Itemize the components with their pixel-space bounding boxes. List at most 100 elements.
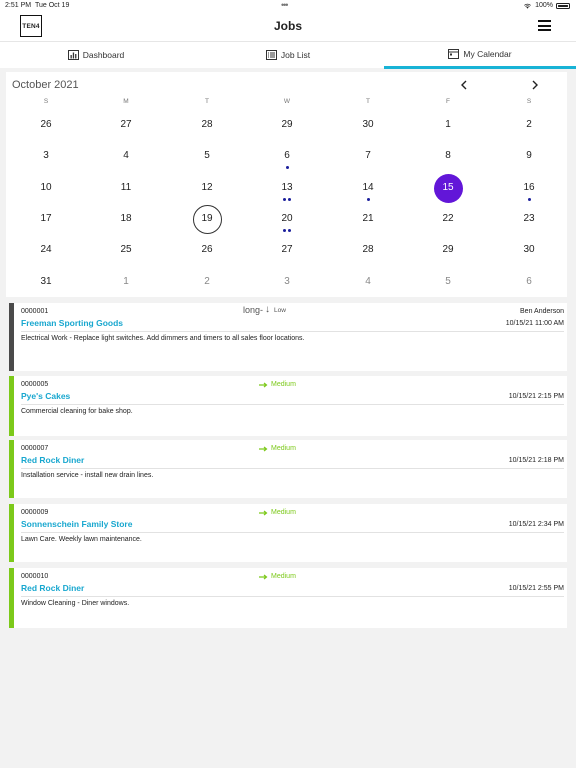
arrow-right-icon	[259, 574, 268, 579]
job-id: 0000001	[21, 308, 49, 315]
job-description: Window Cleaning - Diner windows.	[21, 600, 130, 607]
calendar-day-number: 25	[120, 244, 132, 255]
priority-indicator: Medium	[259, 381, 296, 388]
priority-label: long-	[243, 305, 264, 315]
calendar-day[interactable]: 5	[408, 268, 488, 296]
calendar-day[interactable]: 28	[328, 236, 408, 264]
calendar-day[interactable]: 3	[247, 268, 327, 296]
job-card[interactable]: 0000009 Medium Sonnenschein Family Store 10…	[9, 504, 567, 562]
multitask-dots-icon[interactable]: •••	[281, 0, 289, 10]
weekday-header: S	[526, 98, 532, 105]
job-datetime: 10/15/21 11:00 AM	[505, 320, 564, 327]
tab-dashboard[interactable]: Dashboard	[0, 42, 192, 68]
calendar-day-number: 30	[362, 119, 374, 130]
calendar-day[interactable]: 1	[86, 268, 166, 296]
job-card[interactable]: 0000010 Medium Red Rock Diner 10/15/21 2:55…	[9, 568, 567, 628]
job-card[interactable]: 0000007 Medium Red Rock Diner 10/15/21 2:18…	[9, 440, 567, 498]
calendar-day[interactable]: 18	[86, 205, 166, 233]
tab-my-calendar[interactable]: My Calendar	[384, 42, 576, 69]
calendar-day[interactable]: 26	[6, 111, 86, 139]
status-right: 100%	[523, 2, 570, 9]
job-id: 0000007	[21, 445, 49, 452]
calendar-day[interactable]: 11	[86, 174, 166, 202]
calendar-day[interactable]: 2	[167, 268, 247, 296]
divider	[21, 532, 564, 533]
calendar-prev-button[interactable]	[457, 78, 471, 92]
job-datetime: 10/15/21 2:15 PM	[508, 393, 564, 400]
calendar-day[interactable]: 29	[408, 236, 488, 264]
calendar-day[interactable]: 28	[167, 111, 247, 139]
calendar-day[interactable]: 4	[86, 142, 166, 170]
tab-job-list[interactable]: Job List	[192, 42, 384, 68]
calendar-day[interactable]: 29	[247, 111, 327, 139]
job-description: Electrical Work - Replace light switches…	[21, 335, 305, 342]
calendar-day[interactable]: 27	[86, 111, 166, 139]
calendar-day-number: 18	[120, 213, 132, 224]
calendar-day[interactable]: 27	[247, 236, 327, 264]
calendar-day[interactable]: 20	[247, 205, 327, 233]
calendar-day[interactable]: 24	[6, 236, 86, 264]
calendar-day[interactable]: 21	[328, 205, 408, 233]
status-bar: 2:51 PM Tue Oct 19 ••• 100%	[0, 0, 576, 12]
calendar-day[interactable]: 16	[489, 174, 569, 202]
calendar-day[interactable]: 19	[167, 205, 247, 234]
calendar-day[interactable]: 6	[489, 268, 569, 296]
hamburger-menu-icon[interactable]	[538, 20, 551, 31]
battery-icon	[556, 2, 570, 9]
calendar-day[interactable]: 30	[328, 111, 408, 139]
calendar-day[interactable]: 23	[489, 205, 569, 233]
job-datetime: 10/15/21 2:18 PM	[508, 457, 564, 464]
calendar-day-number: 3	[284, 276, 290, 287]
chart-icon	[67, 50, 79, 60]
calendar-day-number: 20	[281, 213, 293, 224]
job-customer[interactable]: Pye's Cakes	[21, 391, 70, 401]
calendar-day[interactable]: 7	[328, 142, 408, 170]
chevron-left-icon	[461, 80, 467, 90]
calendar-day[interactable]: 12	[167, 174, 247, 202]
weekday-header: S	[43, 98, 49, 105]
weekday-header: T	[205, 98, 209, 105]
job-card[interactable]: 0000005 Medium Pye's Cakes 10/15/21 2:15 PM…	[9, 376, 567, 436]
event-dots	[247, 198, 327, 201]
job-id: 0000005	[21, 381, 49, 388]
job-card[interactable]: 0000001 long- ↓ Low Ben Anderson Freeman Spor…	[9, 303, 567, 371]
calendar-day-number: 9	[526, 150, 532, 161]
calendar-day-number: 5	[445, 276, 451, 287]
calendar-day[interactable]: 6	[247, 142, 327, 170]
calendar-day[interactable]: 30	[489, 236, 569, 264]
job-customer[interactable]: Red Rock Diner	[21, 455, 84, 465]
calendar-day[interactable]: 4	[328, 268, 408, 296]
calendar-day[interactable]: 22	[408, 205, 488, 233]
event-dot	[288, 229, 291, 232]
calendar-day-number: 30	[523, 244, 535, 255]
arrow-down-icon: ↓	[265, 304, 271, 315]
calendar-day[interactable]: 1	[408, 111, 488, 139]
calendar-day-number: 28	[201, 119, 213, 130]
calendar-day[interactable]: 13	[247, 174, 327, 202]
job-customer[interactable]: Red Rock Diner	[21, 583, 84, 593]
divider	[21, 331, 564, 332]
calendar-day-number: 14	[362, 182, 374, 193]
calendar-day[interactable]: 2	[489, 111, 569, 139]
job-customer[interactable]: Sonnenschein Family Store	[21, 519, 132, 529]
calendar-day[interactable]: 31	[6, 268, 86, 296]
calendar-day-number: 4	[123, 150, 129, 161]
calendar-day[interactable]: 17	[6, 205, 86, 233]
calendar-day[interactable]: 10	[6, 174, 86, 202]
calendar-day[interactable]: 9	[489, 142, 569, 170]
calendar-day[interactable]: 25	[86, 236, 166, 264]
calendar-day-number: 31	[40, 276, 52, 287]
weekday-header: M	[123, 98, 129, 105]
event-dots	[247, 166, 327, 169]
job-customer[interactable]: Freeman Sporting Goods	[21, 318, 123, 328]
calendar-day[interactable]: 26	[167, 236, 247, 264]
calendar-day-number: 24	[40, 244, 52, 255]
calendar-day[interactable]: 5	[167, 142, 247, 170]
calendar-next-button[interactable]	[528, 78, 542, 92]
calendar-day[interactable]: 8	[408, 142, 488, 170]
calendar-day-number: 15	[442, 182, 454, 193]
calendar-day[interactable]: 3	[6, 142, 86, 170]
calendar-day[interactable]: 15	[408, 174, 488, 203]
job-datetime: 10/15/21 2:55 PM	[508, 585, 564, 592]
calendar-day[interactable]: 14	[328, 174, 408, 202]
